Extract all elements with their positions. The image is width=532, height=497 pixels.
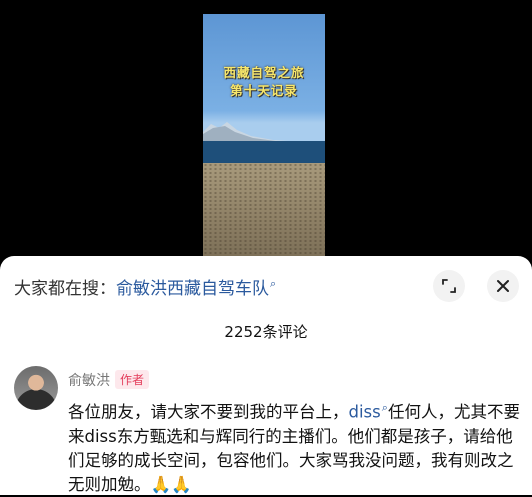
avatar[interactable] [14,366,58,410]
video-caption-line2: 第十天记录 [230,83,298,98]
search-suggestion[interactable]: 大家都在搜：俞敏洪西藏自驾车队⌕ [14,274,276,299]
ground-scenery [203,163,325,256]
comment-author-row: 俞敏洪 作者 [68,370,150,390]
video-player[interactable]: 西藏自驾之旅 第十天记录 [0,0,532,256]
comments-panel: 大家都在搜：俞敏洪西藏自驾车队⌕ 2252条评论 俞敏洪 作者 各位朋友，请大家不… [0,256,532,495]
pray-emoji: 🙏🙏 [150,474,192,494]
close-button[interactable] [487,270,519,302]
expand-button[interactable] [433,270,465,302]
video-caption-line1: 西藏自驾之旅 [223,65,305,80]
comment-count: 2252条评论 [224,323,308,341]
search-query-link[interactable]: 俞敏洪西藏自驾车队 [116,279,269,299]
close-icon [497,280,509,292]
search-icon[interactable]: ⌕ [270,277,276,290]
lake-scenery [203,141,325,165]
comment-author[interactable]: 俞敏洪 [68,373,110,389]
diss-search-link[interactable]: diss [349,403,381,422]
expand-icon [442,279,456,293]
comment-text-part1: 各位朋友，请大家不要到我的平台上， [68,402,349,422]
comment-text[interactable]: 各位朋友，请大家不要到我的平台上，diss⌕任何人，尤其不要来diss东方甄选和… [68,396,520,497]
video-frame[interactable]: 西藏自驾之旅 第十天记录 [203,14,325,256]
author-badge: 作者 [115,370,150,389]
search-prefix: 大家都在搜： [14,279,116,299]
